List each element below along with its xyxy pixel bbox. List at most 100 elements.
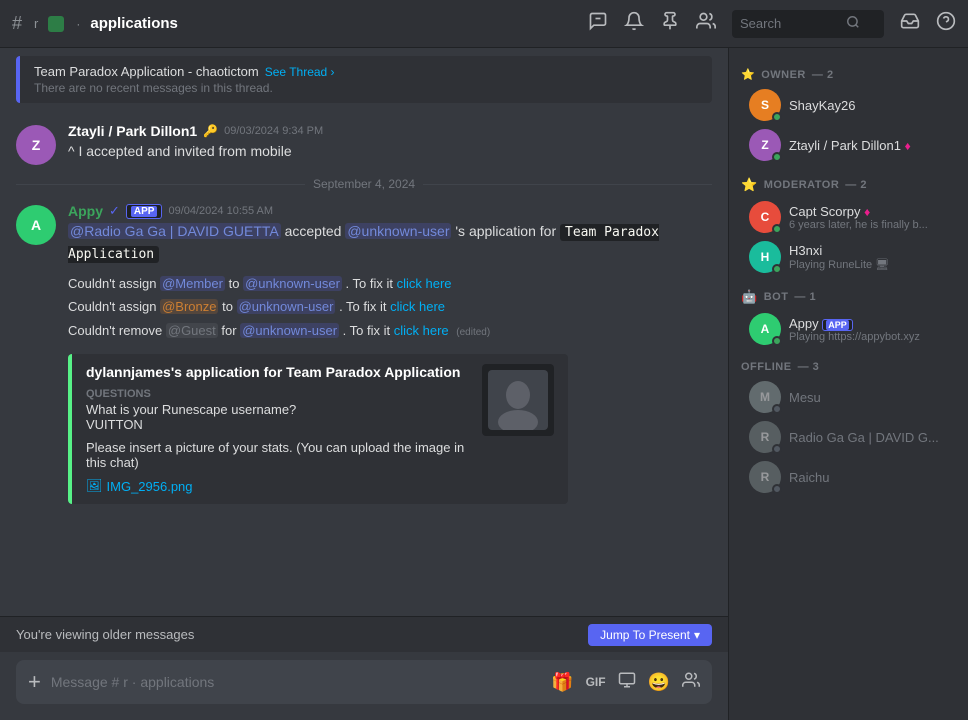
member-name: Mesu xyxy=(789,390,948,405)
member-item-raichu[interactable]: R Raichu xyxy=(737,457,960,497)
embed-section-1: Questions What is your Runescape usernam… xyxy=(86,388,470,432)
channel-name: applications xyxy=(90,15,178,32)
member-item-shaykay[interactable]: S ShayKay26 xyxy=(737,85,960,125)
help-icon[interactable] xyxy=(936,11,956,36)
people-icon[interactable] xyxy=(682,671,700,694)
star-icon: ⭐ xyxy=(741,177,758,193)
input-icons: 🎁 GIF 😀 xyxy=(551,671,700,694)
status-dot xyxy=(772,152,782,162)
bell-icon[interactable] xyxy=(624,11,644,36)
gift-icon[interactable]: 🎁 xyxy=(551,672,573,693)
verified-badge: ✓ xyxy=(109,203,120,219)
message-author[interactable]: Appy xyxy=(68,203,103,219)
member-info: Raichu xyxy=(789,470,948,485)
sticker-icon[interactable] xyxy=(618,671,636,694)
offline-label: OFFLINE xyxy=(741,361,792,373)
member-item-ztayli[interactable]: Z Ztayli / Park Dillon1 ♦ xyxy=(737,125,960,165)
status-dot xyxy=(772,224,782,234)
thread-title: Team Paradox Application - chaotictom xyxy=(34,64,259,79)
emoji-icon[interactable]: 😀 xyxy=(648,672,670,693)
click-here-1[interactable]: click here xyxy=(397,276,452,291)
member-info: Capt Scorpy ♦ 6 years later, he is final… xyxy=(789,204,948,231)
member-item-appy[interactable]: A Appy APP Playing https://appybot.xyz xyxy=(737,309,960,349)
mention-unknown[interactable]: @unknown-user xyxy=(345,223,451,239)
member-name: Capt Scorpy ♦ xyxy=(789,204,948,219)
topbar: # r · applications xyxy=(0,0,968,48)
status-dot xyxy=(772,484,782,494)
mention-bronze[interactable]: @Bronze xyxy=(160,299,218,314)
message-author[interactable]: Ztayli / Park Dillon1 xyxy=(68,123,197,139)
member-avatar: H xyxy=(749,241,781,273)
member-avatar: R xyxy=(749,461,781,493)
jump-to-present-button[interactable]: Jump To Present ▾ xyxy=(588,624,712,646)
mention-radio[interactable]: @Radio Ga Ga | DAVID GUETTA xyxy=(68,223,281,239)
attachment-name[interactable]: IMG_2956.png xyxy=(107,479,193,494)
date-label: September 4, 2024 xyxy=(313,177,415,191)
member-avatar: R xyxy=(749,421,781,453)
attachment-icon: 🖼 xyxy=(86,478,103,494)
avatar: A xyxy=(16,205,56,245)
add-attachment-button[interactable]: + xyxy=(28,671,41,693)
gif-button[interactable]: GIF xyxy=(586,675,606,689)
mention-member[interactable]: @Member xyxy=(160,276,225,291)
member-info: Radio Ga Ga | DAVID G... xyxy=(789,430,948,445)
app-badge-sidebar: APP xyxy=(822,319,853,331)
key-icon: 🔑 xyxy=(203,124,218,138)
message-row: Z Ztayli / Park Dillon1 🔑 09/03/2024 9:3… xyxy=(0,119,728,169)
pin-icon[interactable] xyxy=(660,11,680,36)
search-icon xyxy=(846,15,860,32)
owner-section-header: ⭐ OWNER — 2 xyxy=(729,64,968,85)
bot-count: — 1 xyxy=(794,291,816,303)
member-item-capt[interactable]: C Capt Scorpy ♦ 6 years later, he is fin… xyxy=(737,197,960,237)
avatar: Z xyxy=(16,125,56,165)
member-info: H3nxi Playing RuneLite 🖥 xyxy=(789,243,948,271)
member-avatar: A xyxy=(749,313,781,345)
member-name: Appy APP xyxy=(789,316,948,331)
message-input-area: + 🎁 GIF 😀 xyxy=(0,652,728,720)
mention-unknown2[interactable]: @unknown-user xyxy=(243,276,342,291)
threads-icon[interactable] xyxy=(588,11,608,36)
embed-attachment[interactable]: 🖼 IMG_2956.png xyxy=(86,478,470,494)
bot-section-header: 🤖 BOT — 1 xyxy=(729,285,968,309)
channel-hash-icon: # xyxy=(12,13,22,34)
mention-unknown4[interactable]: @unknown-user xyxy=(240,323,339,338)
member-avatar: Z xyxy=(749,129,781,161)
date-separator: September 4, 2024 xyxy=(0,169,728,199)
mention-guest[interactable]: @Guest xyxy=(166,323,218,338)
search-bar[interactable] xyxy=(732,10,884,38)
status-dot xyxy=(772,264,782,274)
embed-content: dylannjames's application for Team Parad… xyxy=(86,364,470,494)
topbar-icons xyxy=(588,10,956,38)
member-item-mesu[interactable]: M Mesu xyxy=(737,377,960,417)
member-name: ShayKay26 xyxy=(789,98,948,113)
moderator-label: MODERATOR xyxy=(764,179,840,191)
error-line-2: Couldn't assign @Bronze to @unknown-user… xyxy=(68,295,712,318)
members-icon[interactable] xyxy=(696,11,716,36)
see-thread-link[interactable]: See Thread › xyxy=(265,65,335,79)
owner-count: — 2 xyxy=(812,69,834,81)
click-here-3[interactable]: click here xyxy=(394,323,449,338)
crown-icon: ⭐ xyxy=(741,68,755,81)
mention-unknown3[interactable]: @unknown-user xyxy=(237,299,336,314)
click-here-2[interactable]: click here xyxy=(390,299,445,314)
message-timestamp: 09/04/2024 10:55 AM xyxy=(168,205,273,217)
member-name: Raichu xyxy=(789,470,948,485)
offline-count: — 3 xyxy=(798,361,820,373)
channel-prefix: r xyxy=(34,16,38,31)
message-content: Ztayli / Park Dillon1 🔑 09/03/2024 9:34 … xyxy=(68,123,712,165)
embed-title: dylannjames's application for Team Parad… xyxy=(86,364,470,380)
member-item-radio[interactable]: R Radio Ga Ga | DAVID G... xyxy=(737,417,960,457)
message-header: Appy ✓ APP 09/04/2024 10:55 AM xyxy=(68,203,712,219)
search-input[interactable] xyxy=(740,16,840,31)
member-item-h3nxi[interactable]: H H3nxi Playing RuneLite 🖥 xyxy=(737,237,960,277)
member-avatar: M xyxy=(749,381,781,413)
inbox-icon[interactable] xyxy=(900,11,920,36)
error-line-3: Couldn't remove @Guest for @unknown-user… xyxy=(68,319,712,342)
older-text: You're viewing older messages xyxy=(16,627,194,642)
error-messages: Couldn't assign @Member to @unknown-user… xyxy=(0,268,728,346)
offline-section-header: OFFLINE — 3 xyxy=(729,357,968,377)
message-input[interactable] xyxy=(51,674,541,690)
member-name: H3nxi xyxy=(789,243,948,258)
embed-question-1: What is your Runescape username? xyxy=(86,402,470,417)
channel-dot: · xyxy=(76,17,80,31)
